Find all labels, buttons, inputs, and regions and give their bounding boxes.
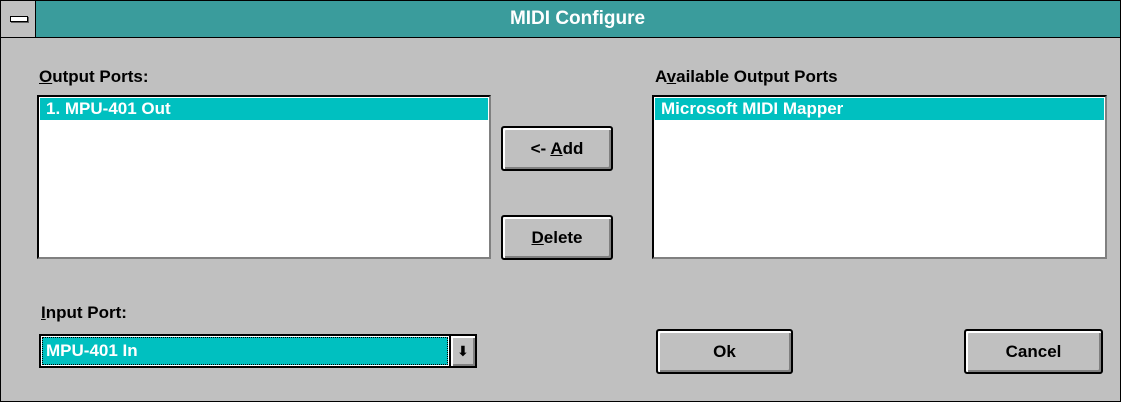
list-item[interactable]: Microsoft MIDI Mapper <box>655 98 1104 120</box>
input-port-select[interactable]: MPU-401 In ⬇ <box>39 334 477 368</box>
window-title: MIDI Configure <box>509 8 646 29</box>
available-output-ports-list[interactable]: Microsoft MIDI Mapper <box>652 95 1107 259</box>
system-menu-bar <box>10 16 28 22</box>
output-ports-list[interactable]: 1. MPU-401 Out <box>37 95 491 259</box>
list-item[interactable]: 1. MPU-401 Out <box>40 98 488 120</box>
add-button[interactable]: <- Add <box>501 126 613 171</box>
system-menu-icon[interactable] <box>1 1 36 37</box>
dropdown-arrow-icon[interactable]: ⬇ <box>449 336 475 366</box>
cancel-button[interactable]: Cancel <box>964 329 1103 374</box>
available-output-ports-label: Available Output Ports <box>655 67 838 86</box>
title-bar[interactable]: MIDI Configure <box>1 1 1120 38</box>
ok-button[interactable]: Ok <box>656 329 793 374</box>
input-port-label: Input Port: <box>41 303 127 322</box>
midi-configure-dialog: MIDI Configure Output Ports: 1. MPU-401 … <box>0 0 1121 402</box>
input-port-value[interactable]: MPU-401 In <box>42 337 448 365</box>
output-ports-label: Output Ports: <box>39 67 149 86</box>
delete-button[interactable]: Delete <box>501 215 613 260</box>
